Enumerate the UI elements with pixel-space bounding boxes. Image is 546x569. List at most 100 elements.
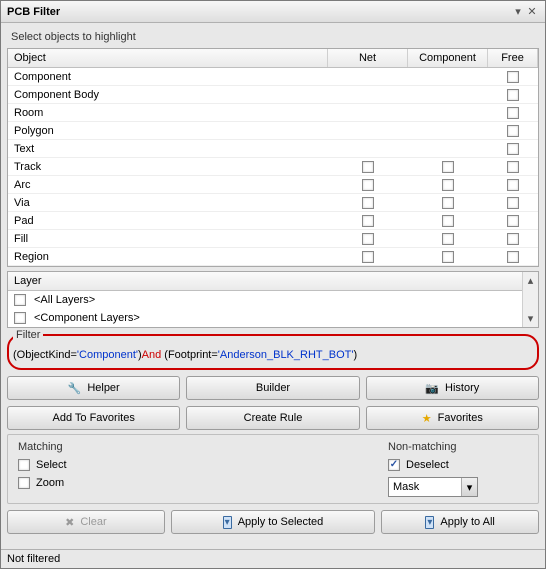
cell-free: [488, 179, 538, 191]
cell-free: [488, 161, 538, 173]
header-net[interactable]: Net: [328, 49, 408, 67]
cell-component: [408, 179, 488, 191]
cell-net: [328, 251, 408, 263]
component-checkbox[interactable]: [442, 197, 454, 209]
grid-header: Object Net Component Free: [8, 49, 538, 68]
free-checkbox[interactable]: [507, 125, 519, 137]
clear-button[interactable]: ✖Clear: [7, 510, 165, 534]
free-checkbox[interactable]: [507, 143, 519, 155]
button-label: Create Rule: [244, 412, 303, 424]
table-row[interactable]: Fill: [8, 230, 538, 248]
layer-label: <Component Layers>: [34, 312, 140, 324]
object-name: Component: [8, 71, 328, 83]
object-name: Component Body: [8, 89, 328, 101]
free-checkbox[interactable]: [507, 161, 519, 173]
star-icon: [422, 412, 432, 425]
free-checkbox[interactable]: [507, 233, 519, 245]
free-checkbox[interactable]: [507, 197, 519, 209]
free-checkbox[interactable]: [507, 179, 519, 191]
free-checkbox[interactable]: [507, 251, 519, 263]
mask-combo[interactable]: Mask ▾: [388, 477, 478, 497]
matching-section: Matching Select Zoom Non-matching Desele…: [7, 434, 539, 504]
layer-checkbox[interactable]: [14, 312, 26, 324]
scroll-down-icon[interactable]: ▾: [528, 312, 534, 325]
header-component[interactable]: Component: [408, 49, 488, 67]
cell-free: [488, 71, 538, 83]
component-checkbox[interactable]: [442, 179, 454, 191]
matching-title: Matching: [18, 441, 388, 453]
free-checkbox[interactable]: [507, 107, 519, 119]
favorites-button[interactable]: Favorites: [366, 406, 539, 430]
header-layer[interactable]: Layer: [8, 272, 522, 291]
component-checkbox[interactable]: [442, 251, 454, 263]
history-button[interactable]: History: [366, 376, 539, 400]
close-icon[interactable]: ✕: [525, 5, 539, 19]
layer-row[interactable]: <Component Layers>: [8, 309, 522, 327]
cell-component: [408, 215, 488, 227]
object-name: Text: [8, 143, 328, 155]
apply-to-all-button[interactable]: Apply to All: [381, 510, 539, 534]
create-rule-button[interactable]: Create Rule: [186, 406, 359, 430]
funnel-icon: [223, 516, 232, 528]
table-row[interactable]: Room: [8, 104, 538, 122]
filter-expression[interactable]: (ObjectKind='Component')And (Footprint='…: [13, 348, 533, 362]
select-checkbox[interactable]: [18, 459, 30, 471]
filter-legend: Filter: [13, 329, 43, 341]
cell-component: [408, 233, 488, 245]
clear-icon: ✖: [65, 516, 74, 529]
layer-grid: Layer <All Layers> <Component Layers> ▴ ▾: [7, 271, 539, 328]
title-bar: PCB Filter ▾ ✕: [1, 1, 545, 23]
net-checkbox[interactable]: [362, 215, 374, 227]
grid-body: Component Component Body RoomPolygon Text Tr…: [8, 68, 538, 266]
table-row[interactable]: Polygon: [8, 122, 538, 140]
pin-icon[interactable]: ▾: [511, 5, 525, 19]
net-checkbox[interactable]: [362, 197, 374, 209]
object-name: Track: [8, 161, 328, 173]
object-name: Arc: [8, 179, 328, 191]
free-checkbox[interactable]: [507, 89, 519, 101]
table-row[interactable]: Arc: [8, 176, 538, 194]
table-row[interactable]: Component Body: [8, 86, 538, 104]
free-checkbox[interactable]: [507, 71, 519, 83]
cell-free: [488, 107, 538, 119]
table-row[interactable]: Via: [8, 194, 538, 212]
add-to-favorites-button[interactable]: Add To Favorites: [7, 406, 180, 430]
chevron-down-icon[interactable]: ▾: [461, 478, 477, 496]
builder-button[interactable]: Builder: [186, 376, 359, 400]
cell-free: [488, 89, 538, 101]
layer-checkbox[interactable]: [14, 294, 26, 306]
component-checkbox[interactable]: [442, 233, 454, 245]
cell-free: [488, 233, 538, 245]
select-label: Select: [36, 459, 67, 471]
object-name: Pad: [8, 215, 328, 227]
table-row[interactable]: Component: [8, 68, 538, 86]
button-label: Add To Favorites: [52, 412, 134, 424]
component-checkbox[interactable]: [442, 215, 454, 227]
apply-to-selected-button[interactable]: Apply to Selected: [171, 510, 375, 534]
table-row[interactable]: Text: [8, 140, 538, 158]
free-checkbox[interactable]: [507, 215, 519, 227]
table-row[interactable]: Pad: [8, 212, 538, 230]
deselect-checkbox[interactable]: [388, 459, 400, 471]
status-text: Not filtered: [7, 553, 60, 565]
component-checkbox[interactable]: [442, 161, 454, 173]
table-row[interactable]: Region: [8, 248, 538, 266]
net-checkbox[interactable]: [362, 251, 374, 263]
layer-row[interactable]: <All Layers>: [8, 291, 522, 309]
scroll-up-icon[interactable]: ▴: [528, 274, 534, 287]
net-checkbox[interactable]: [362, 233, 374, 245]
object-name: Via: [8, 197, 328, 209]
helper-button[interactable]: Helper: [7, 376, 180, 400]
table-row[interactable]: Track: [8, 158, 538, 176]
net-checkbox[interactable]: [362, 161, 374, 173]
button-label: Apply to Selected: [238, 516, 324, 528]
header-object[interactable]: Object: [8, 49, 328, 67]
deselect-label: Deselect: [406, 459, 449, 471]
net-checkbox[interactable]: [362, 179, 374, 191]
zoom-label: Zoom: [36, 477, 64, 489]
header-free[interactable]: Free: [488, 49, 538, 67]
filter-text-seg: (ObjectKind=: [13, 349, 77, 361]
zoom-checkbox[interactable]: [18, 477, 30, 489]
cell-net: [328, 233, 408, 245]
layer-scrollbar[interactable]: ▴ ▾: [522, 272, 538, 327]
